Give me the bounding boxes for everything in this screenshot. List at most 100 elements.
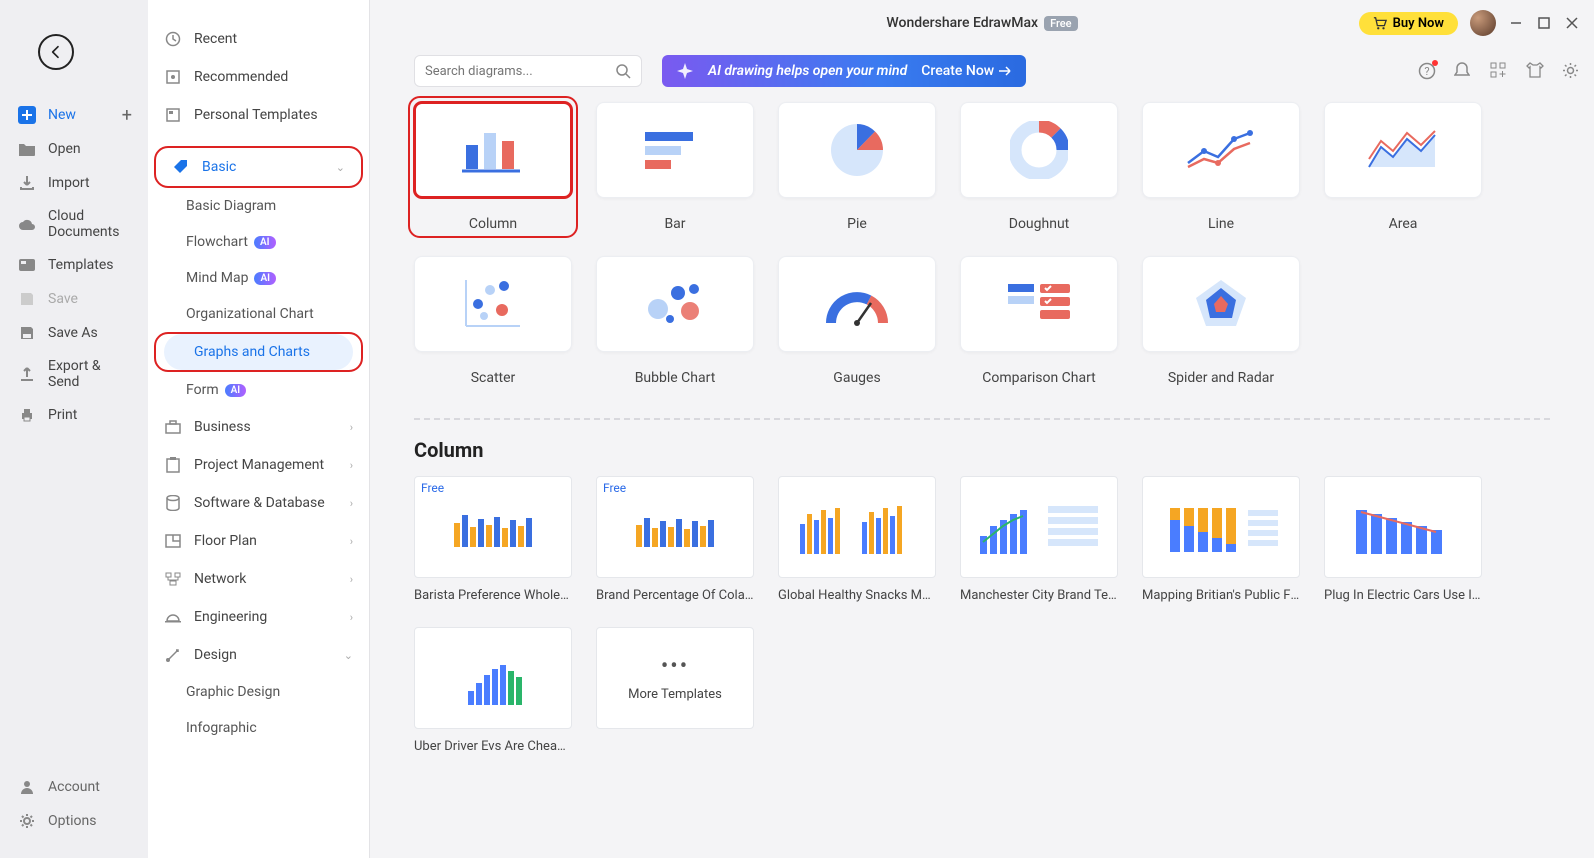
search-icon[interactable] (615, 63, 631, 79)
cat-business[interactable]: Business› (148, 408, 369, 446)
rail-saveas[interactable]: Save As (0, 316, 148, 350)
apps-icon[interactable] (1490, 62, 1508, 80)
pie-chart-icon (828, 121, 886, 179)
sub-flowchart[interactable]: FlowchartAI (148, 224, 369, 260)
cat-pm-label: Project Management (194, 457, 324, 473)
tile-label: Gauges (778, 352, 936, 386)
cart-icon (1373, 16, 1387, 30)
gauge-chart-icon (821, 279, 893, 329)
cat-recent[interactable]: Recent (148, 20, 369, 58)
rail-options[interactable]: Options (0, 804, 148, 838)
tile-comparison[interactable]: Comparison Chart (960, 256, 1118, 386)
bubble-chart-icon (642, 279, 708, 329)
cat-personal[interactable]: Personal Templates (148, 96, 369, 134)
sub-graphic-design[interactable]: Graphic Design (148, 674, 369, 710)
close-button[interactable] (1564, 15, 1580, 31)
settings-icon[interactable] (1562, 62, 1580, 80)
tile-label: Line (1142, 198, 1300, 232)
tile-bubble[interactable]: Bubble Chart (596, 256, 754, 386)
bar-chart-icon (643, 128, 707, 172)
template-more[interactable]: ••• More Templates (596, 627, 754, 754)
import-icon (18, 174, 36, 192)
search-box[interactable] (414, 55, 642, 87)
search-input[interactable] (425, 64, 615, 79)
template-label: Global Healthy Snacks Mar... (778, 578, 936, 603)
tile-scatter[interactable]: Scatter (414, 256, 572, 386)
sub-form[interactable]: FormAI (148, 372, 369, 408)
sub-graphs-charts[interactable]: Graphs and Charts (164, 334, 353, 370)
clipboard-icon (164, 456, 182, 474)
clock-icon (164, 30, 182, 48)
cat-network[interactable]: Network› (148, 560, 369, 598)
minimize-button[interactable] (1508, 15, 1524, 31)
radar-chart-icon (1190, 274, 1252, 334)
template-card[interactable]: Mapping Britian's Public Fi... (1142, 476, 1300, 603)
briefcase-icon (164, 418, 182, 436)
banner-cta[interactable]: Create Now (921, 63, 1012, 79)
cat-sw-label: Software & Database (194, 495, 325, 511)
template-card[interactable]: Free Barista Preference Whole ... (414, 476, 572, 603)
save-icon (18, 290, 36, 308)
plus-icon[interactable]: + (122, 105, 132, 126)
tile-label: Doughnut (960, 198, 1118, 232)
help-icon[interactable]: ? (1418, 62, 1436, 80)
avatar[interactable] (1470, 10, 1496, 36)
tile-line[interactable]: Line (1142, 102, 1300, 232)
cat-software[interactable]: Software & Database › (148, 484, 369, 522)
cat-pm[interactable]: Project Management› (148, 446, 369, 484)
bell-icon[interactable] (1454, 62, 1472, 80)
mini-chart (428, 643, 558, 713)
mini-chart (1156, 492, 1286, 562)
template-card[interactable]: Uber Driver Evs Are Cheap... (414, 627, 572, 754)
cat-network-label: Network (194, 571, 246, 587)
cat-recommended[interactable]: Recommended (148, 58, 369, 96)
template-card[interactable]: Global Healthy Snacks Mar... (778, 476, 936, 603)
sub-label: Basic Diagram (186, 198, 276, 214)
tile-bar[interactable]: Bar (596, 102, 754, 232)
tag-icon (172, 158, 190, 176)
cat-design[interactable]: Design⌄ (148, 636, 369, 674)
rail-open[interactable]: Open (0, 132, 148, 166)
back-button[interactable] (38, 34, 74, 70)
sub-org-chart[interactable]: Organizational Chart (148, 296, 369, 332)
cat-floor[interactable]: Floor Plan› (148, 522, 369, 560)
chevron-right-icon: › (350, 497, 353, 510)
rail-save[interactable]: Save (0, 282, 148, 316)
tile-radar[interactable]: Spider and Radar (1142, 256, 1300, 386)
tile-label: Spider and Radar (1142, 352, 1300, 386)
tile-area[interactable]: Area (1324, 102, 1482, 232)
cat-personal-label: Personal Templates (194, 107, 318, 123)
shirt-icon[interactable] (1526, 62, 1544, 80)
main-content: Wondershare EdrawMax Free Buy Now AI dra… (370, 0, 1594, 858)
cat-engineering[interactable]: Engineering› (148, 598, 369, 636)
ai-badge: AI (225, 384, 247, 397)
maximize-button[interactable] (1536, 15, 1552, 31)
templates-icon (18, 256, 36, 274)
saveas-icon (18, 324, 36, 342)
buy-now-button[interactable]: Buy Now (1359, 12, 1458, 35)
rail-templates[interactable]: Templates (0, 248, 148, 282)
rail-save-label: Save (48, 291, 78, 307)
sub-mindmap[interactable]: Mind MapAI (148, 260, 369, 296)
template-card[interactable]: Free Brand Percentage Of Cola ... (596, 476, 754, 603)
rail-new[interactable]: New + (0, 98, 148, 132)
template-card[interactable]: Manchester City Brand Tea... (960, 476, 1118, 603)
tile-doughnut[interactable]: Doughnut (960, 102, 1118, 232)
sub-basic-diagram[interactable]: Basic Diagram (148, 188, 369, 224)
ai-banner[interactable]: AI drawing helps open your mind Create N… (662, 55, 1026, 87)
tile-pie[interactable]: Pie (778, 102, 936, 232)
tile-column[interactable]: Column (414, 102, 572, 232)
tile-gauges[interactable]: Gauges (778, 256, 936, 386)
rail-import[interactable]: Import (0, 166, 148, 200)
cat-basic[interactable]: Basic ⌄ (156, 148, 361, 186)
floorplan-icon (164, 532, 182, 550)
rail-cloud[interactable]: Cloud Documents (0, 200, 148, 248)
sub-infographic[interactable]: Infographic (148, 710, 369, 746)
chevron-down-icon: ⌄ (336, 161, 345, 174)
template-card[interactable]: Plug In Electric Cars Use In ... (1324, 476, 1482, 603)
rail-new-label: New (48, 107, 76, 123)
tile-label: Column (414, 198, 572, 232)
rail-account[interactable]: Account (0, 770, 148, 804)
rail-export[interactable]: Export & Send (0, 350, 148, 398)
rail-print[interactable]: Print (0, 398, 148, 432)
